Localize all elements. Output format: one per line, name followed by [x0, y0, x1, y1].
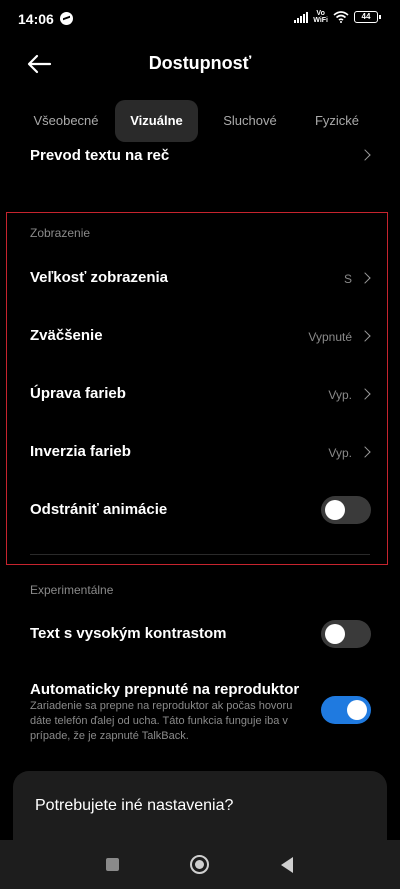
color-inversion-row[interactable]: Inverzia farieb Vyp.: [0, 428, 400, 478]
header: Dostupnosť: [0, 38, 400, 94]
magnification-value: Vypnuté: [308, 330, 352, 344]
vowifi-line1: Vo: [316, 10, 325, 17]
chevron-right-icon: [359, 272, 371, 284]
vowifi-line2: WiFi: [313, 17, 328, 24]
navigation-bar: [0, 840, 400, 889]
magnification-label: Zväčšenie: [30, 327, 103, 344]
chevron-right-icon: [359, 388, 371, 400]
auto-speaker-description: Zariadenie sa prepne na reproduktor ak p…: [30, 700, 293, 742]
tab-fyzicke[interactable]: Fyzické: [304, 100, 370, 142]
tab-vseobecne[interactable]: Všeobecné: [26, 100, 106, 142]
high-contrast-label: Text s vysokým kontrastom: [30, 625, 227, 642]
tab-bar: Všeobecné Vizuálne Sluchové Fyzické: [0, 100, 400, 142]
more-settings-label: Potrebujete iné nastavenia?: [35, 797, 234, 814]
color-inversion-value: Vyp.: [328, 446, 352, 460]
color-correction-label: Úprava farieb: [30, 385, 126, 402]
display-size-label: Veľkosť zobrazenia: [30, 269, 169, 286]
chevron-right-icon: [359, 149, 371, 161]
display-section-title: Zobrazenie: [30, 226, 91, 240]
high-contrast-toggle[interactable]: [321, 620, 371, 648]
status-time: 14:06: [18, 11, 54, 27]
experimental-section-title: Experimentálne: [30, 583, 114, 597]
magnification-row[interactable]: Zväčšenie Vypnuté: [0, 312, 400, 362]
remove-animations-label: Odstrániť animácie: [30, 501, 168, 518]
wifi-icon: [333, 11, 349, 23]
nav-recents-icon[interactable]: [106, 858, 119, 871]
battery-icon: 44: [354, 11, 381, 23]
status-bar: 14:06 Vo WiFi 44: [0, 0, 400, 38]
color-correction-value: Vyp.: [328, 388, 352, 402]
status-icons: Vo WiFi 44: [294, 10, 381, 24]
tab-sluchove[interactable]: Sluchové: [212, 100, 288, 142]
chevron-right-icon: [359, 446, 371, 458]
toggle-knob: [347, 700, 367, 720]
display-size-row[interactable]: Veľkosť zobrazenia S: [0, 254, 400, 304]
color-inversion-label: Inverzia farieb: [30, 443, 131, 460]
divider: [30, 554, 370, 555]
tab-vizualne[interactable]: Vizuálne: [115, 100, 198, 142]
high-contrast-row[interactable]: Text s vysokým kontrastom: [0, 610, 400, 660]
remove-animations-toggle[interactable]: [321, 496, 371, 524]
page-title: Dostupnosť: [148, 53, 252, 73]
chevron-right-icon: [359, 330, 371, 342]
messenger-icon: [60, 12, 73, 25]
signal-icon: [294, 11, 309, 23]
auto-speaker-label: Automaticky prepnuté na reproduktor: [30, 681, 300, 698]
toggle-knob: [325, 500, 345, 520]
nav-back-icon[interactable]: [281, 857, 293, 873]
vowifi-icon: Vo WiFi: [313, 10, 328, 24]
display-size-value: S: [343, 272, 352, 286]
text-to-speech-label: Prevod textu na reč: [30, 147, 170, 164]
color-correction-row[interactable]: Úprava farieb Vyp.: [0, 370, 400, 420]
text-to-speech-row[interactable]: Prevod textu na reč: [0, 142, 400, 172]
auto-speaker-toggle[interactable]: [321, 696, 371, 724]
toggle-knob: [325, 624, 345, 644]
nav-home-icon[interactable]: [190, 855, 209, 874]
remove-animations-row[interactable]: Odstrániť animácie: [0, 486, 400, 536]
